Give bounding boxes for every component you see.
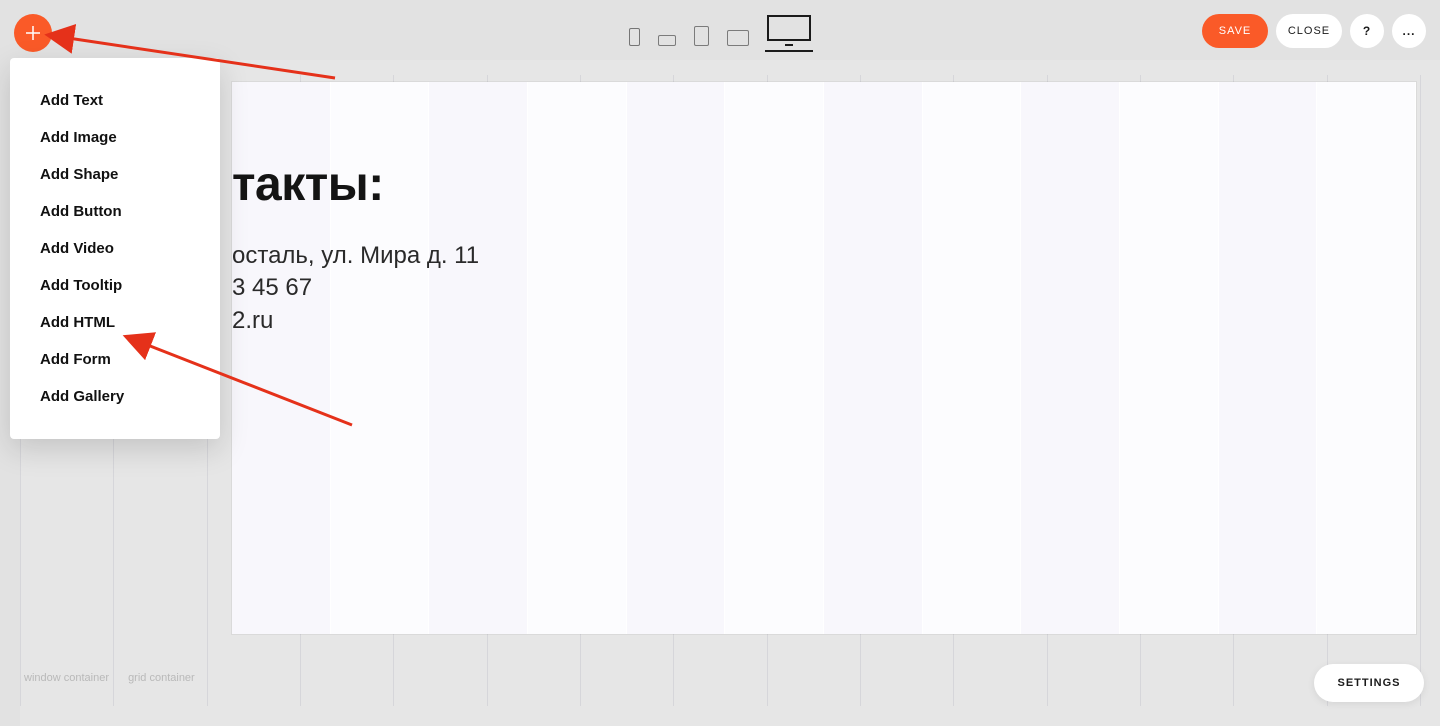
more-button[interactable]: ... [1392,14,1426,48]
device-preview-switcher [629,0,811,60]
device-tablet-portrait[interactable] [694,26,709,46]
add-element-popup: Add Text Add Image Add Shape Add Button … [10,58,220,439]
device-mobile-portrait[interactable] [629,28,640,46]
help-button[interactable]: ? [1350,14,1384,48]
add-shape-item[interactable]: Add Shape [10,156,220,193]
add-video-item[interactable]: Add Video [10,230,220,267]
add-button-item[interactable]: Add Button [10,193,220,230]
page-canvas[interactable]: такты: осталь, ул. Мира д. 11 3 45 67 2.… [232,82,1416,634]
device-tablet-landscape[interactable] [727,30,749,46]
add-element-button[interactable] [14,14,52,52]
breadcrumb: window container grid container [24,672,211,684]
breadcrumb-grid-container[interactable]: grid container [128,672,195,684]
settings-button[interactable]: SETTINGS [1314,664,1424,702]
breadcrumb-window-container[interactable]: window container [24,672,109,684]
page-heading[interactable]: такты: [232,157,479,212]
device-desktop[interactable] [767,15,811,46]
page-body-text[interactable]: осталь, ул. Мира д. 11 3 45 67 2.ru [232,240,479,337]
add-html-item[interactable]: Add HTML [10,304,220,341]
add-image-item[interactable]: Add Image [10,119,220,156]
top-toolbar: SAVE CLOSE ? ... [0,0,1440,60]
close-button[interactable]: CLOSE [1276,14,1342,48]
add-tooltip-item[interactable]: Add Tooltip [10,267,220,304]
add-gallery-item[interactable]: Add Gallery [10,378,220,415]
add-form-item[interactable]: Add Form [10,341,220,378]
canvas-content: такты: осталь, ул. Мира д. 11 3 45 67 2.… [232,157,479,337]
save-button[interactable]: SAVE [1202,14,1268,48]
toolbar-right-group: SAVE CLOSE ? ... [1202,14,1426,48]
device-mobile-landscape[interactable] [658,35,676,46]
plus-icon [24,24,42,42]
add-text-item[interactable]: Add Text [10,82,220,119]
